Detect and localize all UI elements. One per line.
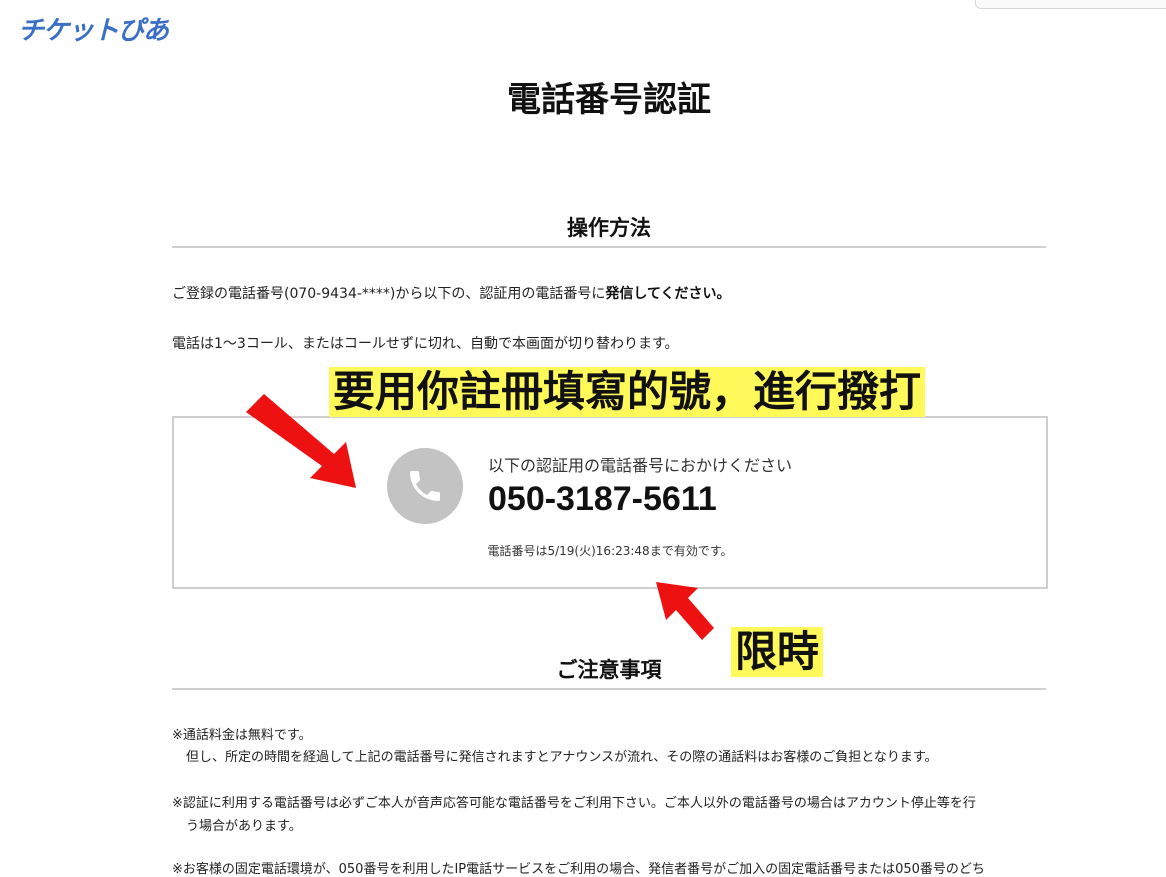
- annotation-main: 要用你註冊填寫的號，進行撥打: [329, 367, 926, 417]
- note-2-line-2: う場合があります。: [186, 819, 302, 834]
- note-2-line-1: ※認証に利用する電話番号は必ずご本人が音声応答可能な電話番号をご利用下さい。ご本…: [172, 796, 976, 811]
- divider: [172, 246, 1046, 248]
- instruction-line-2: 電話は1〜3コール、またはコールせずに切れ、自動で本画面が切り替わります。: [172, 336, 679, 352]
- note-3-line-1: ※お客様の固定電話環境が、050番号を利用したIP電話サービスをご利用の場合、発…: [172, 862, 985, 877]
- ticketpia-logo[interactable]: チケットぴあ: [18, 10, 169, 47]
- annotation-arrow-1-icon: [246, 394, 356, 488]
- validity-note: 電話番号は5/19(火)16:23:48まで有効です。: [487, 544, 733, 558]
- annotation-arrow-2-icon: [656, 582, 714, 640]
- instruction-emphasis: 発信してください。: [605, 286, 731, 302]
- notes-heading: ご注意事項: [556, 658, 662, 682]
- note-1-line-1: ※通話料金は無料です。: [172, 728, 312, 743]
- phone-icon: [387, 448, 463, 524]
- page-title: 電話番号認証: [507, 80, 711, 120]
- browser-corner-tab: [975, 0, 1166, 9]
- auth-phone-number[interactable]: 050-3187-5611: [488, 480, 717, 519]
- call-instruction-label: 以下の認証用の電話番号におかけください: [488, 456, 793, 475]
- operation-heading: 操作方法: [567, 216, 651, 240]
- divider: [172, 688, 1046, 690]
- note-1-line-2: 但し、所定の時間を経過して上記の電話番号に発信されますとアナウンスが流れ、その際…: [186, 750, 938, 765]
- instruction-line-1: ご登録の電話番号(070-9434-****)から以下の、認証用の電話番号に発信…: [172, 286, 731, 302]
